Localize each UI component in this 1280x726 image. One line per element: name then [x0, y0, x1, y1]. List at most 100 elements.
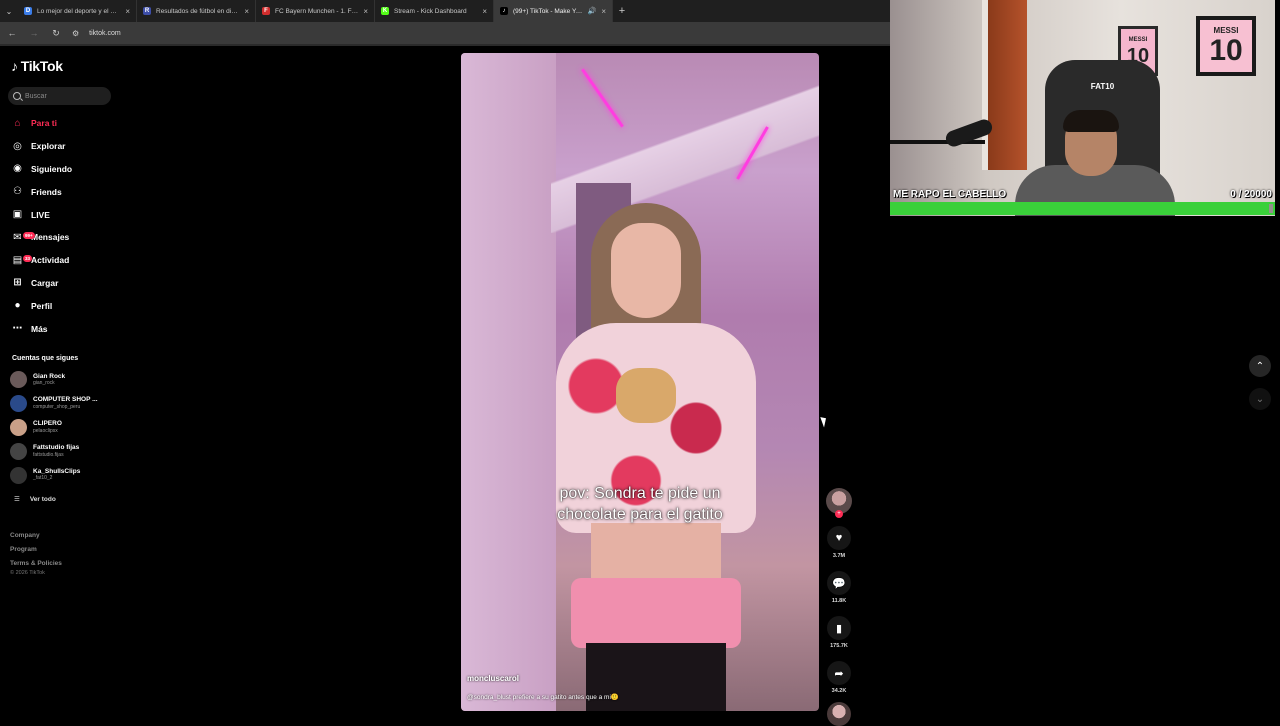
like-action: ♥ 3.7M — [824, 526, 854, 559]
browser-tab[interactable]: R Resultados de fútbol en directo × — [137, 0, 256, 22]
friends-icon: ⚇ — [13, 186, 22, 198]
comment-icon[interactable]: 💬 — [827, 571, 851, 595]
save-count: 175.7K — [830, 643, 848, 649]
sound-disc-avatar[interactable] — [827, 702, 851, 726]
browser-tab[interactable]: D Lo mejor del deporte y el entre × — [18, 0, 137, 22]
close-tab-icon[interactable]: × — [482, 7, 487, 16]
goal-total: / 20000 — [1238, 189, 1272, 200]
sidebar-item-label: Perfil — [31, 300, 53, 311]
bookmark-icon[interactable]: ▮ — [827, 616, 851, 640]
save-action: ▮ 175.7K — [824, 616, 854, 649]
compass-icon: ◎ — [13, 140, 22, 152]
tiktok-logo[interactable]: ♪ TikTok — [11, 58, 63, 74]
notification-badge: 33 — [23, 254, 33, 262]
account-handle: gian_rock — [33, 380, 55, 387]
sidebar-item-more[interactable]: ⋯ Más — [0, 317, 122, 340]
goal-counter: 0 / 20000 — [1230, 189, 1272, 200]
more-icon: ⋯ — [12, 323, 23, 335]
sidebar-item-label: Mensajes — [31, 232, 70, 243]
list-icon: ☰ — [14, 496, 20, 503]
sidebar-item-home[interactable]: ⌂ Para ti — [0, 112, 122, 135]
avatar — [10, 395, 27, 413]
see-all-label: Ver todo — [29, 495, 56, 503]
video-person-waistband — [571, 578, 741, 648]
next-video-button[interactable]: ⌄ — [1249, 388, 1271, 410]
following-account[interactable]: COMPUTER SHOP ... computer_shop_peru — [10, 392, 122, 416]
back-arrow-icon[interactable]: ← — [6, 28, 18, 38]
browser-tab[interactable]: K Stream - Kick Dashboard × — [375, 0, 494, 22]
home-icon: ⌂ — [14, 117, 21, 129]
previous-video-button[interactable]: ⌃ — [1249, 355, 1271, 377]
sidebar-item-label: Explorar — [31, 141, 66, 152]
account-handle: pelaoclipsx — [33, 427, 58, 434]
sidebar-item-activity[interactable]: ▤ 33 Actividad — [0, 249, 122, 272]
video-kitten — [616, 368, 676, 423]
account-handle: _fat10_2 — [33, 475, 53, 482]
account-name: CLIPERO — [33, 420, 62, 428]
speaker-icon[interactable]: 🔊 — [588, 7, 597, 15]
reload-icon[interactable]: ↻ — [50, 28, 62, 39]
browser-tab[interactable]: ♪ (99+) TikTok - Make Your D 🔊 × — [494, 0, 613, 22]
following-section-title: Cuentas que sigues — [12, 355, 79, 362]
following-list: Gian Rock gian_rock COMPUTER SHOP ... compu… — [10, 368, 122, 487]
following-account[interactable]: Fattstudio fijas fattstudio.fijas — [10, 439, 122, 463]
upload-icon: ⊞ — [13, 277, 22, 289]
footer-link[interactable]: Terms & Policies — [10, 557, 62, 571]
share-count: 34.2K — [831, 688, 847, 694]
account-handle: fattstudio.fijas — [33, 451, 64, 458]
sidebar-item-label: Siguiendo — [31, 163, 73, 174]
comment-action: 💬 11.8K — [824, 571, 854, 604]
footer-link[interactable]: Program — [10, 543, 62, 557]
tiktok-sidebar: ♪ TikTok Buscar ⌂ Para ti ◎ Explorar ◉ Siguie… — [0, 46, 122, 720]
creator-avatar[interactable]: + — [826, 488, 852, 518]
tab-favicon-icon: K — [381, 7, 389, 15]
tab-favicon-icon: F — [262, 7, 270, 15]
goal-progress-bar — [890, 202, 1275, 215]
sidebar-item-live[interactable]: ▣ LIVE — [0, 203, 122, 226]
chevron-up-icon: ⌃ — [1255, 360, 1265, 372]
sidebar-item-messages[interactable]: ✉ 99+ Mensajes — [0, 226, 122, 249]
close-tab-icon[interactable]: × — [363, 7, 368, 16]
see-all-button[interactable]: ☰ Ver todo — [14, 495, 56, 504]
notification-badge: 99+ — [23, 231, 35, 239]
close-tab-icon[interactable]: × — [244, 7, 249, 16]
video-caption: pov: Sondra te pide un chocolate para el… — [461, 483, 819, 525]
search-input[interactable]: Buscar — [8, 87, 111, 105]
video-scene-person — [556, 203, 756, 711]
sidebar-item-friends[interactable]: ⚇ Friends — [0, 180, 122, 203]
messages-icon: ✉ 99+ — [13, 231, 35, 243]
tab-favicon-icon: ♪ — [500, 7, 508, 15]
following-account[interactable]: Gian Rock gian_rock — [10, 368, 122, 392]
sidebar-item-profile[interactable]: ● Perfil — [0, 294, 122, 317]
tab-search-chevron-icon[interactable]: ⌄ — [0, 0, 18, 22]
sidebar-item-upload[interactable]: ⊞ Cargar — [0, 272, 122, 295]
video-description[interactable]: @sondra_blust prefiere a su gatito antes… — [467, 693, 619, 701]
close-tab-icon[interactable]: × — [125, 7, 130, 16]
browser-tab[interactable]: F FC Bayern Munchen - 1. FC Uni × — [256, 0, 375, 22]
close-tab-icon[interactable]: × — [601, 7, 606, 16]
video-author[interactable]: moncluscarol — [467, 674, 519, 683]
caption-line-1: pov: Sondra te pide un — [559, 485, 721, 502]
share-icon[interactable]: ➦ — [827, 661, 851, 685]
following-account[interactable]: CLIPERO pelaoclipsx — [10, 416, 122, 440]
footer-link[interactable]: Company — [10, 529, 62, 543]
heart-icon[interactable]: ♥ — [827, 526, 851, 550]
video-player[interactable]: pov: Sondra te pide un chocolate para el… — [461, 53, 819, 711]
goal-label: ME RAPO EL CABELLO — [893, 189, 1007, 200]
sidebar-item-label: Actividad — [31, 255, 70, 266]
footer-links: Company Program Terms & Policies — [10, 529, 62, 571]
sidebar-item-compass[interactable]: ◎ Explorar — [0, 135, 122, 158]
video-action-bar: + ♥ 3.7M 💬 11.8K ▮ 175.7K ➦ 34.2K — [824, 488, 854, 726]
live-icon: ▣ — [12, 209, 23, 221]
sidebar-item-label: LIVE — [31, 209, 50, 220]
site-info-icon[interactable]: ⚙ — [72, 29, 79, 38]
sidebar-item-following[interactable]: ◉ Siguiendo — [0, 158, 122, 181]
copyright: © 2026 TikTok — [10, 570, 45, 576]
new-tab-button[interactable]: + — [613, 5, 631, 17]
url-field[interactable]: tiktok.com — [89, 30, 121, 37]
sidebar-item-label: Para ti — [31, 118, 57, 129]
following-account[interactable]: Ka_ShullsClips _fat10_2 — [10, 463, 122, 487]
follow-plus-icon[interactable]: + — [835, 510, 843, 518]
forward-arrow-icon[interactable]: → — [28, 28, 40, 38]
profile-icon: ● — [14, 300, 21, 312]
